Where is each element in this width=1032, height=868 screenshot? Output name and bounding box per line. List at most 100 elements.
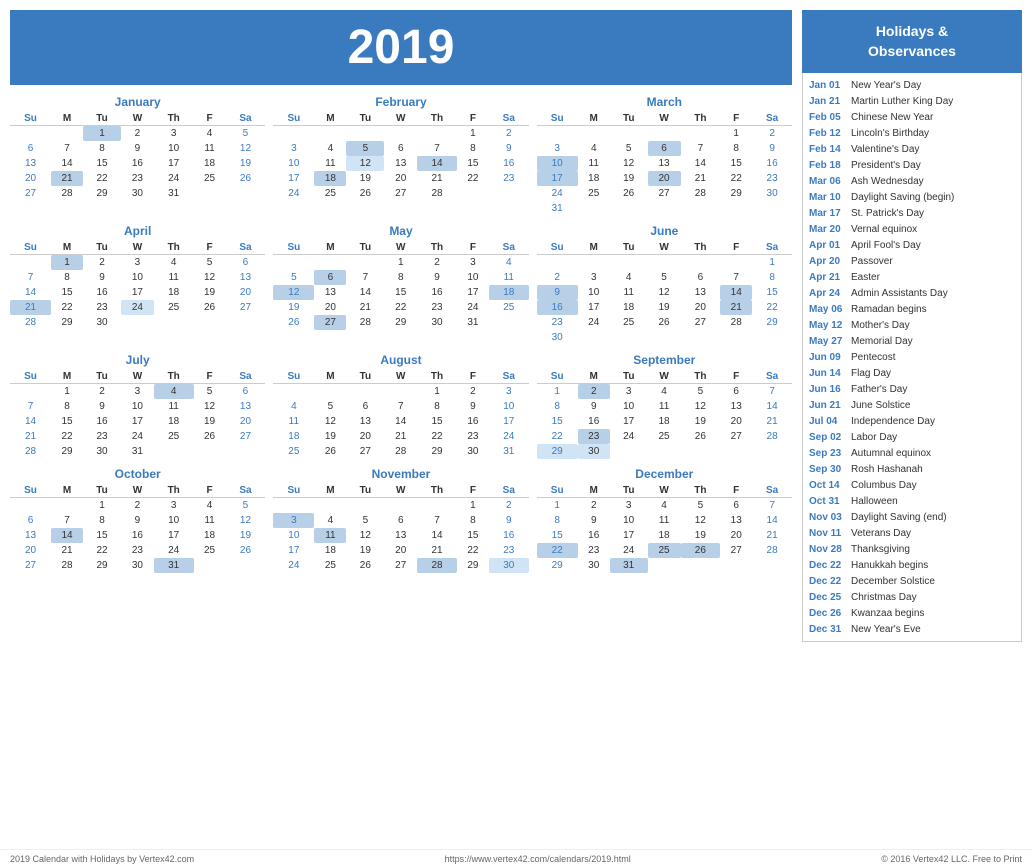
- holiday-name: Daylight Saving (begin): [851, 191, 954, 204]
- holiday-name: Kwanzaa begins: [851, 607, 924, 620]
- month-may: May SuMTuWThFSa 1234 567891011 12131415: [273, 224, 528, 345]
- holiday-item: Oct 14 Columbus Day: [809, 477, 1015, 493]
- holiday-date: Mar 20: [809, 223, 847, 236]
- holiday-name: Autumnal equinox: [851, 447, 931, 460]
- holiday-item: Nov 28 Thanksgiving: [809, 541, 1015, 557]
- month-august: August SuMTuWThFSa 123 45678910 1112131: [273, 353, 528, 459]
- holiday-date: Sep 30: [809, 463, 847, 476]
- holiday-name: Ramadan begins: [851, 303, 927, 316]
- holiday-item: Apr 24Admin Assistants Day: [809, 285, 1015, 301]
- month-title-october: October: [10, 467, 265, 481]
- holiday-date: Apr 20: [809, 255, 847, 268]
- holiday-date: Sep 02: [809, 431, 847, 444]
- month-title-december: December: [537, 467, 792, 481]
- month-table-september: SuMTuWThFSa 1234567 891011121314 1516171…: [537, 370, 792, 459]
- holiday-item: Feb 12Lincoln's Birthday: [809, 125, 1015, 141]
- holiday-item: Feb 05Chinese New Year: [809, 109, 1015, 125]
- holiday-item: Dec 22 December Solstice: [809, 573, 1015, 589]
- holiday-date: Mar 17: [809, 207, 847, 220]
- holiday-date: Nov 28: [809, 543, 847, 556]
- month-title-february: February: [273, 95, 528, 109]
- holiday-date: Feb 14: [809, 143, 847, 156]
- holiday-date: Apr 01: [809, 239, 847, 252]
- holiday-name: St. Patrick's Day: [851, 207, 924, 220]
- holiday-date: May 27: [809, 335, 847, 348]
- holiday-name: New Year's Eve: [851, 623, 921, 636]
- month-title-june: June: [537, 224, 792, 238]
- month-title-may: May: [273, 224, 528, 238]
- holiday-item: Mar 17 St. Patrick's Day: [809, 205, 1015, 221]
- holiday-date: Mar 06: [809, 175, 847, 188]
- month-title-july: July: [10, 353, 265, 367]
- holiday-item: Sep 30 Rosh Hashanah: [809, 461, 1015, 477]
- holiday-name: Columbus Day: [851, 479, 917, 492]
- holiday-date: Dec 22: [809, 575, 847, 588]
- month-table-may: SuMTuWThFSa 1234 567891011 1213141516171…: [273, 241, 528, 330]
- month-table-november: SuMTuWThFSa 12 3456789 10111213141516: [273, 484, 528, 573]
- holiday-date: Jan 01: [809, 79, 847, 92]
- calendar-section: 2019 January SuMTuWThFSa 12345 678910111…: [10, 10, 792, 839]
- month-april: April SuMTuWThFSa 123456 78910111213 14: [10, 224, 265, 345]
- holiday-name: New Year's Day: [851, 79, 921, 92]
- month-title-march: March: [537, 95, 792, 109]
- holiday-item: Jul 04Independence Day: [809, 413, 1015, 429]
- holiday-date: Feb 05: [809, 111, 847, 124]
- holiday-date: Jun 16: [809, 383, 847, 396]
- holiday-item: Dec 22Hanukkah begins: [809, 557, 1015, 573]
- holiday-item: Oct 31Halloween: [809, 493, 1015, 509]
- month-january: January SuMTuWThFSa 12345 6789101112 13: [10, 95, 265, 216]
- holiday-name: Rosh Hashanah: [851, 463, 923, 476]
- month-title-august: August: [273, 353, 528, 367]
- holiday-item: Mar 20 Vernal equinox: [809, 221, 1015, 237]
- month-title-november: November: [273, 467, 528, 481]
- footer-right: © 2016 Vertex42 LLC. Free to Print: [881, 854, 1022, 864]
- holiday-name: April Fool's Day: [851, 239, 921, 252]
- month-table-december: SuMTuWThFSa 1234567 891011121314 1516171…: [537, 484, 792, 573]
- holiday-item: Jan 01 New Year's Day: [809, 77, 1015, 93]
- holiday-item: Nov 11Veterans Day: [809, 525, 1015, 541]
- holiday-date: Jan 21: [809, 95, 847, 108]
- footer-left: 2019 Calendar with Holidays by Vertex42.…: [10, 854, 194, 864]
- holiday-item: Sep 02Labor Day: [809, 429, 1015, 445]
- holiday-name: Valentine's Day: [851, 143, 919, 156]
- sidebar-header: Holidays &Observances: [802, 10, 1022, 73]
- footer: 2019 Calendar with Holidays by Vertex42.…: [0, 849, 1032, 868]
- month-table-april: SuMTuWThFSa 123456 78910111213 141516171…: [10, 241, 265, 330]
- month-october: October SuMTuWThFSa 12345 6789101112 13: [10, 467, 265, 573]
- holiday-name: Admin Assistants Day: [851, 287, 948, 300]
- holiday-date: Feb 18: [809, 159, 847, 172]
- holiday-name: Father's Day: [851, 383, 907, 396]
- holiday-item: Mar 10Daylight Saving (begin): [809, 189, 1015, 205]
- sidebar: Holidays &Observances Jan 01 New Year's D…: [802, 10, 1022, 839]
- holiday-name: Veterans Day: [851, 527, 911, 540]
- month-title-april: April: [10, 224, 265, 238]
- month-title-january: January: [10, 95, 265, 109]
- holiday-date: Sep 23: [809, 447, 847, 460]
- month-december: December SuMTuWThFSa 1234567 89101112131…: [537, 467, 792, 573]
- month-june: June SuMTuWThFSa 1 2345678 910111213141: [537, 224, 792, 345]
- holiday-item: Jun 14Flag Day: [809, 365, 1015, 381]
- holidays-list: Jan 01 New Year's DayJan 21Martin Luther …: [802, 73, 1022, 642]
- month-table-july: SuMTuWThFSa 123456 78910111213 141516171…: [10, 370, 265, 459]
- month-table-february: SuMTuWThFSa 12 3456789 10111213141516: [273, 112, 528, 201]
- month-november: November SuMTuWThFSa 12 3456789 1011121: [273, 467, 528, 573]
- holiday-item: Jan 21Martin Luther King Day: [809, 93, 1015, 109]
- holiday-name: President's Day: [851, 159, 921, 172]
- holiday-item: Mar 06Ash Wednesday: [809, 173, 1015, 189]
- holiday-name: Thanksgiving: [851, 543, 910, 556]
- main-container: 2019 January SuMTuWThFSa 12345 678910111…: [0, 0, 1032, 849]
- holiday-name: Vernal equinox: [851, 223, 917, 236]
- holiday-date: Jun 14: [809, 367, 847, 380]
- holiday-item: Nov 03Daylight Saving (end): [809, 509, 1015, 525]
- holiday-name: Lincoln's Birthday: [851, 127, 929, 140]
- holiday-date: Oct 14: [809, 479, 847, 492]
- holiday-name: Easter: [851, 271, 880, 284]
- holiday-date: Jul 04: [809, 415, 847, 428]
- holiday-item: May 06Ramadan begins: [809, 301, 1015, 317]
- holiday-item: Jun 16 Father's Day: [809, 381, 1015, 397]
- holiday-date: Jun 09: [809, 351, 847, 364]
- holiday-name: Christmas Day: [851, 591, 917, 604]
- year-title: 2019: [348, 21, 455, 74]
- holiday-name: June Solstice: [851, 399, 910, 412]
- holiday-name: December Solstice: [851, 575, 935, 588]
